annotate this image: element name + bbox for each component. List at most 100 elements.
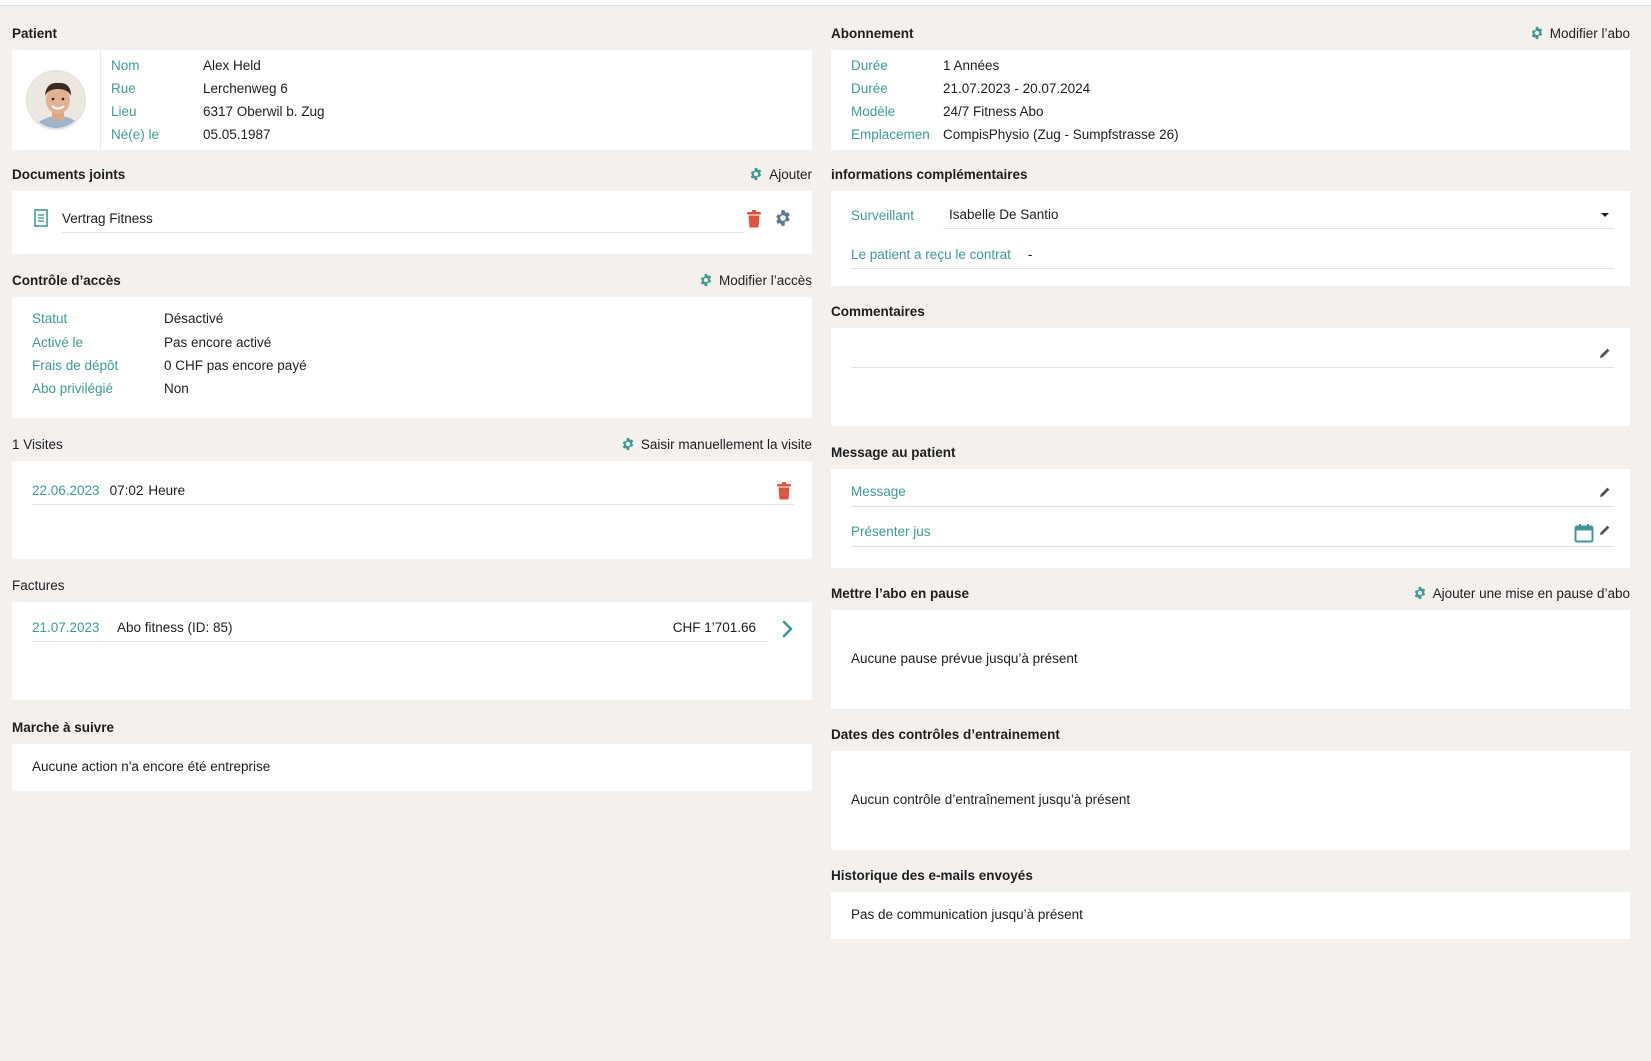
contract-row: Le patient a reçu le contrat -	[851, 241, 1614, 269]
calendar-button[interactable]	[1573, 522, 1595, 544]
document-item[interactable]: Vertrag Fitness	[32, 205, 756, 233]
supervisor-value: Isabelle De Santio	[949, 207, 1059, 222]
pencil-icon	[1600, 487, 1610, 497]
delete-document-button[interactable]	[745, 208, 763, 230]
subscription-label: Emplacemen	[851, 127, 930, 142]
pause-empty-text: Aucune pause prévue jusqu’à présent	[851, 651, 1078, 666]
subscription-label: Modèle	[851, 104, 896, 119]
manual-visit-label: Saisir manuellement la visite	[640, 436, 812, 452]
delete-visit-button[interactable]	[775, 480, 793, 502]
message-card: Message Présenter jus	[831, 469, 1630, 568]
add-document-button[interactable]: Ajouter	[749, 167, 812, 182]
pause-section: Mettre l’abo en pause Ajouter une mise e…	[831, 576, 1630, 709]
training-header: Dates des contrôles d’entrainement	[831, 717, 1630, 751]
supervisor-label: Surveillant	[851, 207, 915, 223]
access-label: Statut	[32, 311, 68, 326]
patient-value: 6317 Oberwil b. Zug	[203, 104, 325, 119]
steps-section: Marche à suivre Aucune action n'a encore…	[12, 710, 812, 791]
invoice-date: 21.07.2023	[32, 620, 100, 635]
add-pause-label: Ajouter une mise en pause d’abo	[1432, 585, 1630, 601]
invoice-row[interactable]: 21.07.2023 Abo fitness (ID: 85) CHF 1’70…	[32, 614, 768, 642]
pause-empty-row: Aucune pause prévue jusqu’à présent	[851, 651, 1078, 666]
document-settings-button[interactable]	[773, 208, 793, 228]
patient-value: Alex Held	[203, 58, 261, 73]
pause-title: Mettre l’abo en pause	[831, 585, 970, 601]
comment-input[interactable]	[851, 340, 1614, 368]
subscription-row-period: Durée 21.07.2023 - 20.07.2024	[851, 81, 1090, 96]
steps-card: Aucune action n'a encore été entreprise	[12, 744, 812, 791]
patient-divider	[100, 50, 101, 150]
emails-empty-text: Pas de communication jusqu’à présent	[851, 907, 1083, 922]
avatar-image	[28, 72, 84, 128]
message-header: Message au patient	[831, 435, 1630, 469]
gear-icon	[1414, 586, 1425, 600]
access-value: Pas encore activé	[164, 335, 272, 350]
gear-icon	[750, 167, 762, 181]
patient-header: Patient	[12, 16, 812, 50]
visit-row: 22.06.2023 07:02 Heure	[32, 477, 794, 505]
contract-value: -	[1027, 247, 1033, 262]
edit-subscription-button[interactable]: Modifier l’abo	[1530, 26, 1630, 41]
patient-label: Nom	[111, 58, 140, 73]
edit-message-button[interactable]	[1598, 485, 1612, 499]
comments-header: Commentaires	[831, 294, 1630, 328]
caret-down-icon	[1601, 212, 1609, 217]
edit-access-button[interactable]: Modifier l’accès	[699, 273, 812, 288]
display-until-input[interactable]: Présenter jus	[851, 517, 1614, 547]
supervisor-select[interactable]: Isabelle De Santio	[943, 201, 1614, 229]
document-icon	[34, 209, 48, 227]
pencil-icon	[1600, 348, 1610, 358]
trash-icon	[747, 210, 761, 228]
message-title: Message au patient	[831, 444, 956, 460]
access-row-deposit: Frais de dépôt 0 CHF pas encore payé	[32, 358, 307, 373]
gear-icon	[700, 273, 712, 287]
patient-row-street: Rue Lerchenweg 6	[111, 81, 288, 96]
emails-empty-row: Pas de communication jusqu’à présent	[851, 907, 1083, 922]
steps-empty-row: Aucune action n'a encore été entreprise	[32, 759, 270, 774]
training-section: Dates des contrôles d’entrainement Aucun…	[831, 717, 1630, 850]
invoices-card: 21.07.2023 Abo fitness (ID: 85) CHF 1’70…	[12, 602, 812, 700]
subscription-title: Abonnement	[831, 25, 914, 41]
chevron-right-icon	[782, 620, 793, 638]
visits-section: 1 Visites Saisir manuellement la visite …	[12, 427, 812, 559]
edit-access-label: Modifier l’accès	[718, 272, 812, 288]
invoice-amount: CHF 1’701.66	[672, 620, 756, 635]
gear-icon	[776, 210, 790, 226]
edit-subscription-label: Modifier l’abo	[1549, 25, 1630, 41]
patient-label: Lieu	[111, 104, 137, 119]
pencil-icon	[1600, 525, 1610, 535]
add-pause-button[interactable]: Ajouter une mise en pause d’abo	[1413, 586, 1630, 601]
subscription-value: 24/7 Fitness Abo	[943, 104, 1044, 119]
patient-row-birthdate: Né(e) le 05.05.1987	[111, 127, 271, 142]
subscription-row-duration: Durée 1 Années	[851, 58, 999, 73]
subscription-value: 21.07.2023 - 20.07.2024	[943, 81, 1091, 96]
access-title: Contrôle d’accès	[12, 272, 121, 288]
message-input[interactable]: Message	[851, 477, 1614, 507]
access-header: Contrôle d’accès Modifier l’accès	[12, 263, 812, 297]
open-invoice-button[interactable]	[780, 618, 796, 640]
subscription-value: 1 Années	[943, 58, 1000, 73]
training-title: Dates des contrôles d’entrainement	[831, 726, 1060, 742]
edit-display-until-button[interactable]	[1598, 523, 1612, 537]
visit-date: 22.06.2023	[32, 483, 100, 498]
patient-card: Nom Alex Held Rue Lerchenweg 6 Lieu 6317…	[12, 50, 812, 150]
subscription-row-location: Emplacemen CompisPhysio (Zug - Sumpfstra…	[851, 127, 1179, 142]
display-until-label: Présenter jus	[851, 524, 931, 539]
access-card: Statut Désactivé Activé le Pas encore ac…	[12, 297, 812, 418]
documents-title: Documents joints	[12, 166, 126, 182]
subscription-card: Durée 1 Années Durée 21.07.2023 - 20.07.…	[831, 50, 1630, 150]
access-value: Non	[164, 381, 189, 396]
access-value: 0 CHF pas encore payé	[164, 358, 307, 373]
add-document-label: Ajouter	[769, 166, 812, 182]
manual-visit-button[interactable]: Saisir manuellement la visite	[621, 437, 812, 452]
access-label: Frais de dépôt	[32, 358, 119, 373]
edit-comment-button[interactable]	[1598, 346, 1612, 360]
patient-label: Né(e) le	[111, 127, 160, 142]
subscription-section: Abonnement Modifier l’abo Durée 1 Années…	[831, 16, 1630, 150]
visit-unit: Heure	[148, 483, 186, 498]
emails-title: Historique des e-mails envoyés	[831, 867, 1033, 883]
pause-header: Mettre l’abo en pause Ajouter une mise e…	[831, 576, 1630, 610]
patient-title: Patient	[12, 25, 58, 41]
document-name: Vertrag Fitness	[62, 211, 153, 226]
patient-value: 05.05.1987	[203, 127, 271, 142]
